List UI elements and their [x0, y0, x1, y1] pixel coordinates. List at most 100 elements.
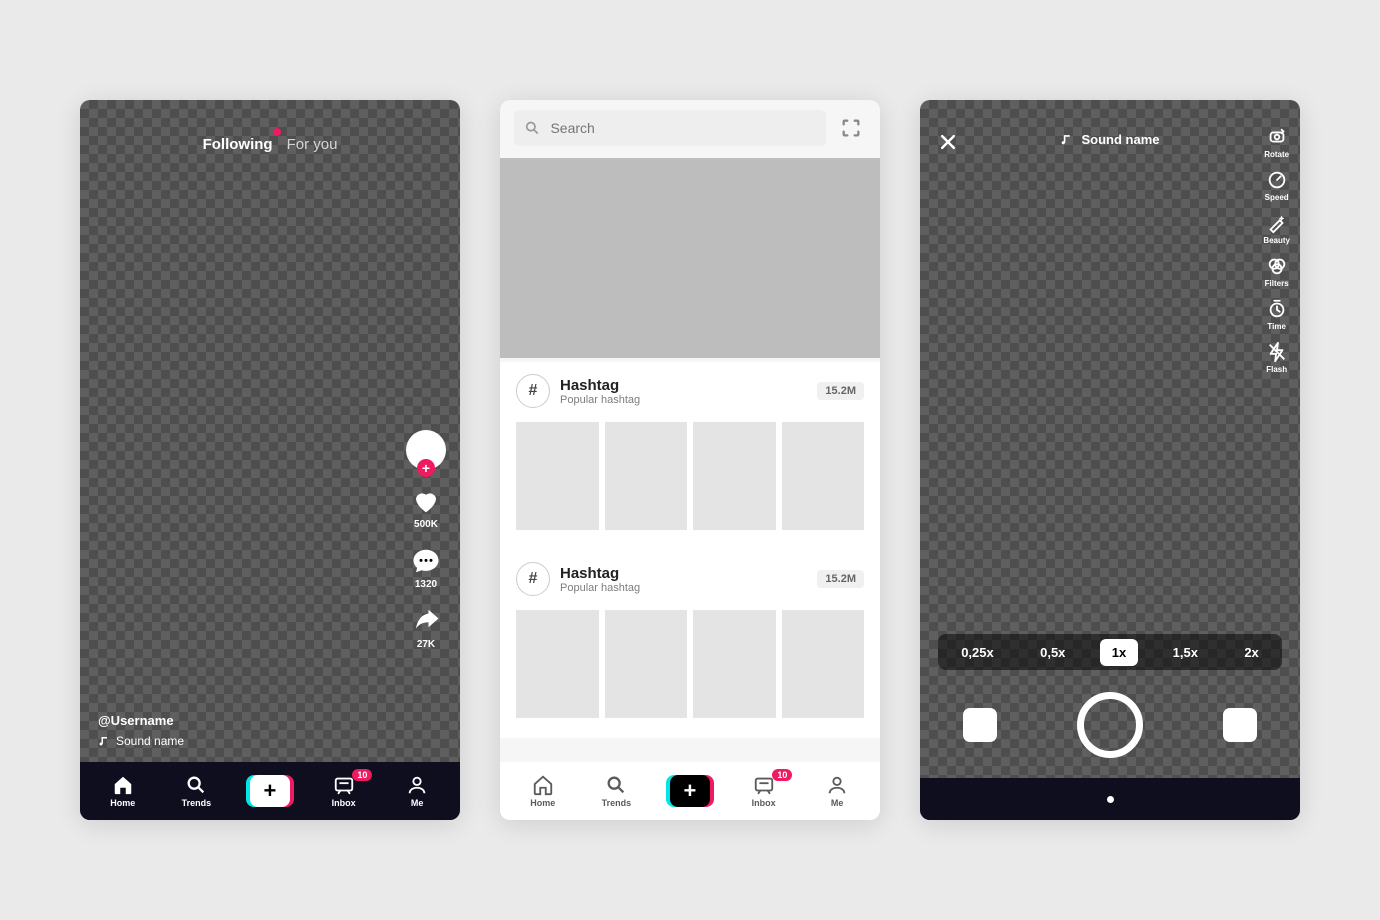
video-thumbnail[interactable] — [605, 610, 688, 718]
qr-scan-button[interactable] — [836, 117, 866, 139]
beauty-icon — [1266, 212, 1288, 234]
hashtag-title: Hashtag — [560, 565, 640, 582]
nav-trends-label: Trends — [182, 798, 212, 808]
tool-beauty[interactable]: Beauty — [1263, 212, 1290, 245]
home-icon — [532, 774, 554, 796]
zoom-0.5x[interactable]: 0,5x — [1028, 639, 1077, 666]
search-icon — [524, 119, 540, 137]
feed-username[interactable]: @Username — [98, 713, 184, 728]
video-thumbnail[interactable] — [605, 422, 688, 530]
bottom-nav: Home Trends + 10 Inbox Me — [80, 762, 460, 820]
music-note-icon — [98, 735, 110, 747]
hashtag-icon: # — [516, 374, 550, 408]
tab-following-label: Following — [203, 136, 273, 153]
tool-filters-label: Filters — [1265, 279, 1289, 288]
nav-trends-label: Trends — [602, 798, 632, 808]
tab-foryou[interactable]: For you — [287, 136, 338, 153]
hashtag-count: 15.2M — [817, 382, 864, 400]
tool-time[interactable]: Time — [1266, 298, 1288, 331]
hashtag-thumbnails — [516, 422, 864, 530]
person-icon — [406, 774, 428, 796]
effects-button[interactable] — [963, 708, 997, 742]
nav-trends[interactable]: Trends — [580, 774, 654, 808]
video-thumbnail[interactable] — [516, 422, 599, 530]
sound-picker[interactable]: Sound name — [1060, 132, 1159, 147]
tool-speed[interactable]: Speed — [1265, 169, 1289, 202]
create-button: + — [666, 775, 714, 807]
timer-icon — [1266, 298, 1288, 320]
inbox-badge: 10 — [772, 769, 792, 781]
nav-create[interactable]: + — [653, 775, 727, 807]
hashtag-header[interactable]: # Hashtag Popular hashtag 15.2M — [516, 374, 864, 408]
inbox-badge: 10 — [352, 769, 372, 781]
nav-me[interactable]: Me — [800, 774, 874, 808]
search-input[interactable] — [548, 119, 816, 137]
tool-rotate-label: Rotate — [1264, 150, 1289, 159]
upload-button[interactable] — [1223, 708, 1257, 742]
speed-icon — [1266, 169, 1288, 191]
record-top-bar: Sound name — [920, 132, 1300, 147]
video-thumbnail[interactable] — [693, 422, 776, 530]
zoom-1.5x[interactable]: 1,5x — [1161, 639, 1210, 666]
tool-rotate[interactable]: Rotate — [1264, 126, 1289, 159]
follow-plus-icon[interactable]: + — [417, 459, 435, 477]
comment-button[interactable]: 1320 — [411, 546, 441, 590]
nav-inbox[interactable]: 10 Inbox — [307, 774, 381, 808]
plus-icon: + — [670, 775, 710, 807]
search-box[interactable] — [514, 110, 826, 146]
video-thumbnail[interactable] — [782, 422, 865, 530]
create-button: + — [246, 775, 294, 807]
nav-home-label: Home — [530, 798, 555, 808]
tool-flash[interactable]: Flash — [1266, 341, 1288, 374]
zoom-0.25x[interactable]: 0,25x — [949, 639, 1006, 666]
plus-icon: + — [250, 775, 290, 807]
nav-trends[interactable]: Trends — [160, 774, 234, 808]
hashtag-subtitle: Popular hashtag — [560, 394, 640, 406]
page-indicator-icon — [1107, 796, 1114, 803]
nav-inbox-label: Inbox — [752, 798, 776, 808]
sound-picker-label: Sound name — [1081, 132, 1159, 147]
hashtag-thumbnails — [516, 610, 864, 718]
record-bottom-bar — [920, 778, 1300, 820]
hashtag-header[interactable]: # Hashtag Popular hashtag 15.2M — [516, 562, 864, 596]
nav-home-label: Home — [110, 798, 135, 808]
video-thumbnail[interactable] — [516, 610, 599, 718]
inbox-icon — [333, 774, 355, 796]
following-new-dot — [273, 128, 281, 136]
heart-icon — [411, 486, 441, 516]
video-thumbnail[interactable] — [782, 610, 865, 718]
nav-home[interactable]: Home — [86, 774, 160, 808]
share-icon — [411, 606, 441, 636]
inbox-icon — [753, 774, 775, 796]
nav-inbox-label: Inbox — [332, 798, 356, 808]
comment-icon — [411, 546, 441, 576]
tool-beauty-label: Beauty — [1263, 236, 1290, 245]
shutter-button[interactable] — [1077, 692, 1143, 758]
zoom-1x[interactable]: 1x — [1100, 639, 1138, 666]
home-icon — [112, 774, 134, 796]
tab-following[interactable]: Following — [203, 136, 273, 153]
feed-tabs: Following For you — [80, 136, 460, 153]
discover-banner[interactable] — [500, 158, 880, 358]
tool-speed-label: Speed — [1265, 193, 1289, 202]
video-thumbnail[interactable] — [693, 610, 776, 718]
feed-sound-label: Sound name — [116, 734, 184, 748]
feed-sound[interactable]: Sound name — [98, 734, 184, 748]
nav-me[interactable]: Me — [380, 774, 454, 808]
share-button[interactable]: 27K — [411, 606, 441, 650]
tool-time-label: Time — [1267, 322, 1286, 331]
like-button[interactable]: 500K — [411, 486, 441, 530]
record-controls — [920, 692, 1300, 758]
rotate-icon — [1266, 126, 1288, 148]
tool-filters[interactable]: Filters — [1265, 255, 1289, 288]
zoom-2x[interactable]: 2x — [1232, 639, 1270, 666]
nav-inbox[interactable]: 10 Inbox — [727, 774, 801, 808]
zoom-bar: 0,25x 0,5x 1x 1,5x 2x — [938, 634, 1282, 670]
like-count: 500K — [414, 519, 438, 530]
nav-create[interactable]: + — [233, 775, 307, 807]
home-feed-screen: Following For you + 500K 1320 27K @Usern… — [80, 100, 460, 820]
creator-avatar[interactable]: + — [406, 430, 446, 470]
hashtag-title: Hashtag — [560, 377, 640, 394]
nav-home[interactable]: Home — [506, 774, 580, 808]
hashtag-icon: # — [516, 562, 550, 596]
